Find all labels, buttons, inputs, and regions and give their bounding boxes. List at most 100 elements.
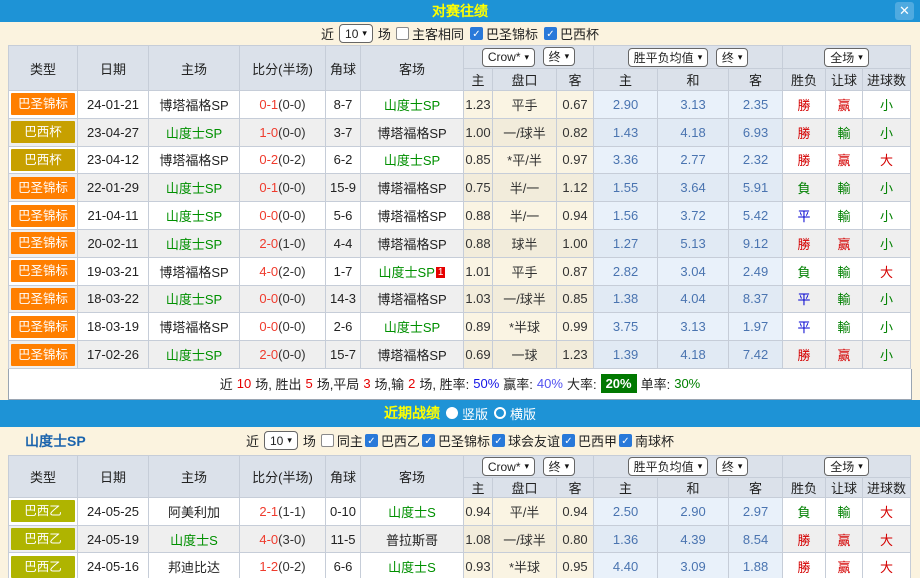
- near-label: 近: [321, 24, 334, 43]
- col-avg-away: 客: [729, 69, 783, 91]
- col-wdl: 胜负: [783, 477, 826, 497]
- chevron-down-icon: ▾: [858, 461, 863, 472]
- score-cell: 0-0(0-0): [240, 285, 326, 313]
- odds-time-select-2[interactable]: 终▾: [543, 457, 576, 476]
- avg-away-cell: 5.42: [729, 202, 783, 230]
- checked-checkbox-icon: ✓: [619, 434, 632, 447]
- date-cell: 24-05-25: [78, 497, 149, 525]
- avg-draw-cell: 2.90: [658, 497, 729, 525]
- odds-away-cell: 1.23: [557, 341, 594, 369]
- date-cell: 23-04-12: [78, 146, 149, 174]
- home-team-cell: 山度士SP: [149, 341, 240, 369]
- avg-home-cell: 1.43: [594, 118, 658, 146]
- chevron-down-icon: ▾: [698, 52, 703, 63]
- result-handicap-cell: 輸: [826, 174, 863, 202]
- games-label: 场: [378, 24, 391, 43]
- match-count-select-2[interactable]: 10▾: [264, 431, 298, 450]
- col-away: 客场: [361, 46, 464, 91]
- close-icon[interactable]: ✕: [895, 2, 914, 20]
- col-avg-home: 主: [594, 477, 658, 497]
- period-select[interactable]: 全场▾: [824, 48, 869, 67]
- result-wdl-cell: 勝: [783, 553, 826, 578]
- col-let: 让球: [826, 69, 863, 91]
- odds-home-cell: 0.94: [464, 497, 493, 525]
- lose-count: 2: [408, 376, 415, 391]
- corners-cell: 6-6: [326, 553, 361, 578]
- recent-results-title: 近期战绩: [384, 403, 440, 423]
- handicap-rate: 40%: [537, 376, 563, 391]
- result-wdl-cell: 平: [783, 202, 826, 230]
- checkbox-巴西乙[interactable]: ✓巴西乙: [365, 431, 420, 450]
- col-score: 比分(半场): [240, 455, 326, 497]
- handicap-cell: 球半: [493, 229, 557, 257]
- vertical-layout-radio[interactable]: 竖版: [446, 404, 488, 423]
- avg-away-cell: 1.97: [729, 313, 783, 341]
- bookmaker-select-2[interactable]: Crow*▾: [482, 457, 535, 476]
- result-goals-cell: 小: [863, 341, 911, 369]
- league-cell: 巴圣锦标: [9, 202, 78, 230]
- wdl-avg-select-2[interactable]: 胜平负均值▾: [628, 457, 709, 476]
- avg-home-cell: 1.39: [594, 341, 658, 369]
- odds-home-cell: 1.00: [464, 118, 493, 146]
- away-team-cell: 普拉斯哥: [361, 525, 464, 553]
- team-filter-row: 山度士SP 近 10▾ 场 同主✓巴西乙✓巴圣锦标✓球会友谊✓巴西甲✓南球杯: [0, 427, 920, 455]
- checkbox-巴圣锦标[interactable]: ✓巴圣锦标: [470, 24, 538, 43]
- checkbox-球会友谊[interactable]: ✓球会友谊: [492, 431, 560, 450]
- date-cell: 24-05-16: [78, 553, 149, 578]
- odds-away-cell: 1.12: [557, 174, 594, 202]
- period-select-2[interactable]: 全场▾: [824, 457, 869, 476]
- avg-away-cell: 1.88: [729, 553, 783, 578]
- result-handicap-cell: 赢: [826, 341, 863, 369]
- avg-draw-cell: 3.04: [658, 257, 729, 285]
- checkbox-巴圣锦标[interactable]: ✓巴圣锦标: [422, 431, 490, 450]
- result-wdl-cell: 勝: [783, 525, 826, 553]
- checkbox-主客相同[interactable]: 主客相同: [396, 24, 464, 43]
- table-row: 巴圣锦标 22-01-29 山度士SP 0-1(0-0) 15-9 博塔福格SP…: [9, 174, 911, 202]
- wdl-avg-select[interactable]: 胜平负均值▾: [628, 48, 709, 67]
- match-count-select[interactable]: 10▾: [339, 24, 373, 43]
- odds-away-cell: 0.97: [557, 146, 594, 174]
- unchecked-checkbox-icon: [321, 434, 334, 447]
- col-corners: 角球: [326, 455, 361, 497]
- result-handicap-cell: 赢: [826, 91, 863, 119]
- odds-away-cell: 0.85: [557, 285, 594, 313]
- league-cell: 巴圣锦标: [9, 341, 78, 369]
- checked-checkbox-icon: ✓: [470, 27, 483, 40]
- table-row: 巴西乙 24-05-16 邦迪比达 1-2(0-2) 6-6 山度士S 0.93…: [9, 553, 911, 578]
- score-cell: 0-2(0-2): [240, 146, 326, 174]
- league-cell: 巴圣锦标: [9, 257, 78, 285]
- league-cell: 巴西乙: [9, 553, 78, 578]
- odds-away-cell: 0.95: [557, 553, 594, 578]
- odds-group-header: Crow*▾ 终▾: [464, 46, 594, 69]
- checkbox-同主[interactable]: 同主: [321, 431, 363, 450]
- date-cell: 18-03-22: [78, 285, 149, 313]
- result-wdl-cell: 平: [783, 313, 826, 341]
- avg-time-select[interactable]: 终▾: [716, 48, 749, 67]
- bookmaker-select[interactable]: Crow*▾: [482, 48, 535, 67]
- result-handicap-cell: 赢: [826, 229, 863, 257]
- head-to-head-table: 类型 日期 主场 比分(半场) 角球 客场 Crow*▾ 终▾ 胜平负均值▾ 终…: [8, 45, 911, 369]
- date-cell: 23-04-27: [78, 118, 149, 146]
- handicap-cell: 一/球半: [493, 285, 557, 313]
- avg-home-cell: 2.90: [594, 91, 658, 119]
- date-cell: 17-02-26: [78, 341, 149, 369]
- league-cell: 巴圣锦标: [9, 285, 78, 313]
- table-row: 巴圣锦标 24-01-21 博塔福格SP 0-1(0-0) 8-7 山度士SP …: [9, 91, 911, 119]
- col-type: 类型: [9, 46, 78, 91]
- away-team-cell: 山度士SP1: [361, 257, 464, 285]
- avg-draw-cell: 4.18: [658, 118, 729, 146]
- checked-checkbox-icon: ✓: [422, 434, 435, 447]
- handicap-cell: 一/球半: [493, 525, 557, 553]
- avg-draw-cell: 2.77: [658, 146, 729, 174]
- col-away: 客场: [361, 455, 464, 497]
- checkbox-南球杯[interactable]: ✓南球杯: [619, 431, 674, 450]
- avg-time-select-2[interactable]: 终▾: [716, 457, 749, 476]
- league-cell: 巴圣锦标: [9, 174, 78, 202]
- horizontal-layout-radio[interactable]: 横版: [494, 404, 536, 423]
- home-team-cell: 山度士SP: [149, 174, 240, 202]
- odds-time-select[interactable]: 终▾: [543, 47, 576, 66]
- checkbox-巴西杯[interactable]: ✓巴西杯: [544, 24, 599, 43]
- table-row: 巴圣锦标 17-02-26 山度士SP 2-0(0-0) 15-7 博塔福格SP…: [9, 341, 911, 369]
- avg-home-cell: 1.27: [594, 229, 658, 257]
- checkbox-巴西甲[interactable]: ✓巴西甲: [562, 431, 617, 450]
